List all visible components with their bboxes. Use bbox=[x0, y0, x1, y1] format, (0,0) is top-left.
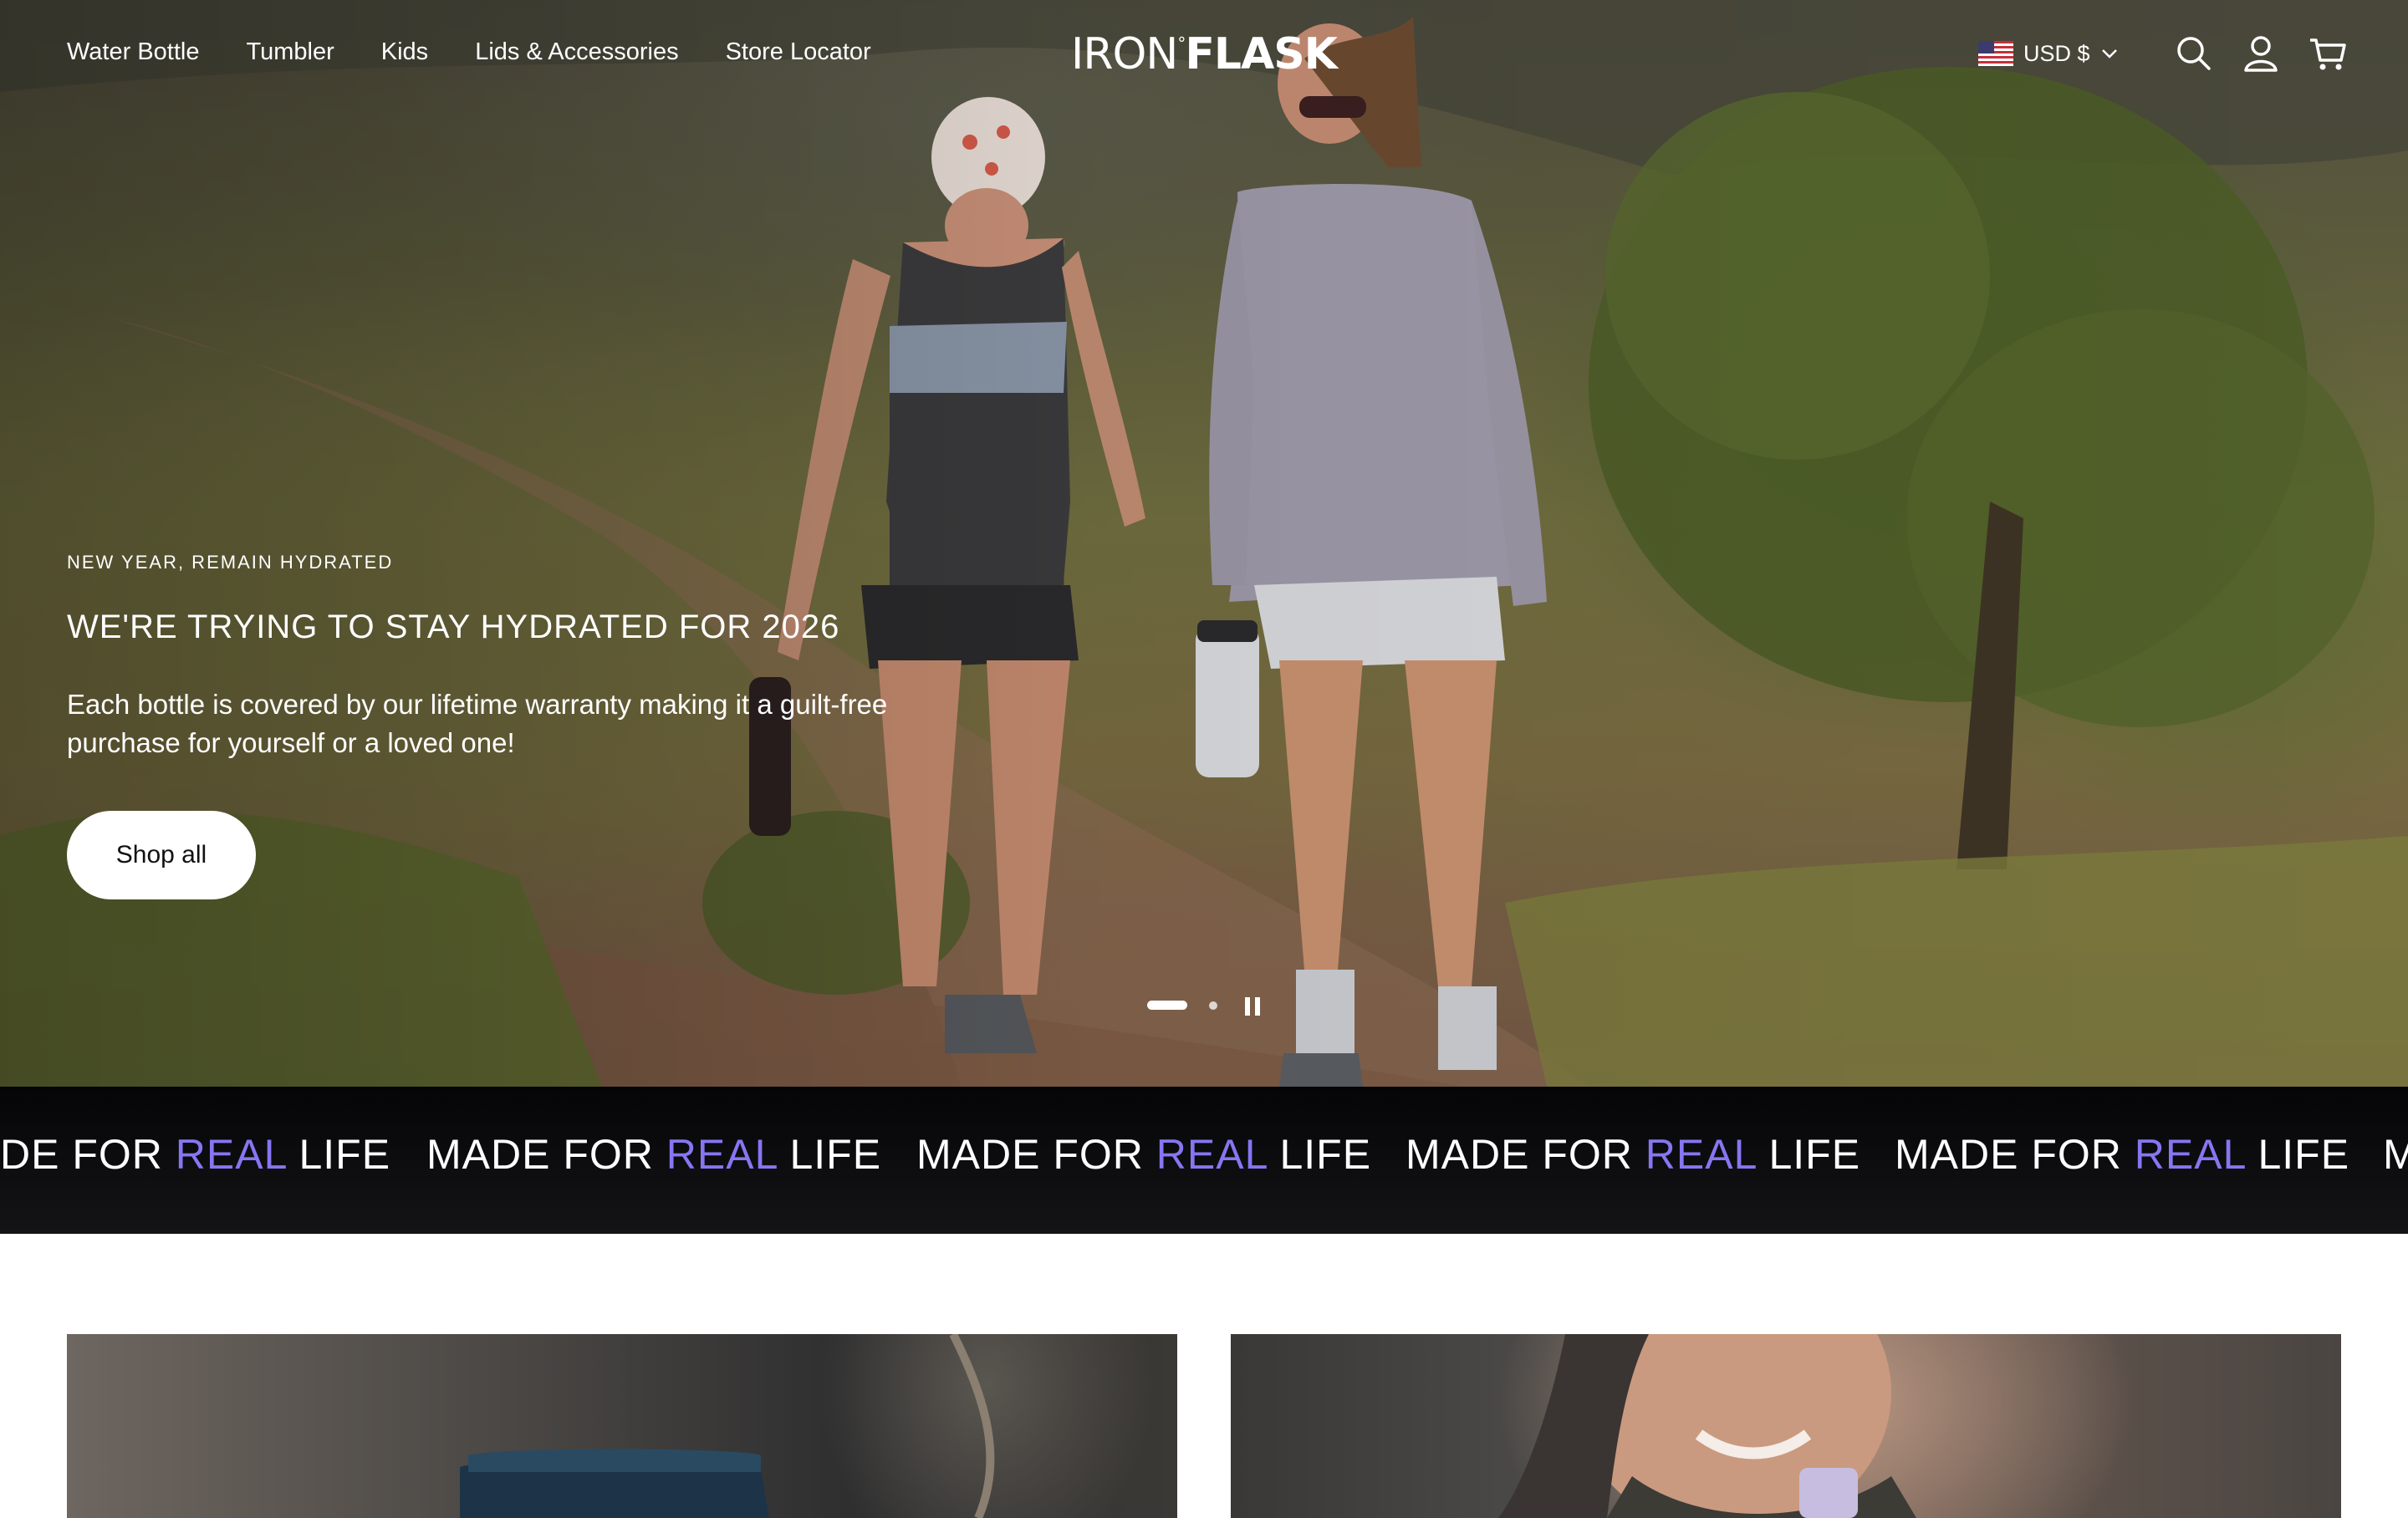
marquee-item: M bbox=[2383, 1131, 2408, 1178]
slide-dot-active[interactable] bbox=[1147, 1001, 1187, 1010]
shop-all-button[interactable]: Shop all bbox=[67, 811, 256, 899]
logo-part-iron: IRON bbox=[1071, 29, 1178, 79]
nav-tumbler[interactable]: Tumbler bbox=[246, 38, 334, 66]
nav-lids-accessories[interactable]: Lids & Accessories bbox=[475, 38, 678, 66]
hero-banner: Water Bottle Tumbler Kids Lids & Accesso… bbox=[0, 0, 2408, 1087]
promo-card-right[interactable] bbox=[1231, 1334, 2341, 1518]
marquee-item: DE FOR REAL LIFE bbox=[0, 1131, 391, 1178]
promo-image-person bbox=[1498, 1334, 1916, 1518]
currency-selector[interactable]: USD $ bbox=[1978, 37, 2119, 70]
hero-body: Each bottle is covered by our lifetime w… bbox=[67, 689, 888, 758]
pause-icon[interactable] bbox=[1241, 995, 1264, 1018]
promo-image-tumbler bbox=[460, 1334, 995, 1518]
main-nav: Water Bottle Tumbler Kids Lids & Accesso… bbox=[67, 38, 871, 66]
brand-logo[interactable]: IRON ° FLASK bbox=[1071, 25, 1338, 84]
us-flag-icon bbox=[1978, 41, 2013, 66]
logo-degree: ° bbox=[1177, 33, 1186, 53]
promo-card-left[interactable] bbox=[67, 1334, 1177, 1518]
marquee-item: MADE FOR REAL LIFE bbox=[916, 1131, 1372, 1178]
hero-eyebrow: NEW YEAR, REMAIN HYDRATED bbox=[67, 552, 394, 573]
account-icon[interactable] bbox=[2241, 33, 2281, 74]
nav-store-locator[interactable]: Store Locator bbox=[726, 38, 871, 66]
search-icon[interactable] bbox=[2174, 33, 2214, 74]
slide-dot[interactable] bbox=[1209, 1001, 1217, 1010]
chevron-down-icon bbox=[2101, 49, 2117, 59]
nav-water-bottle[interactable]: Water Bottle bbox=[67, 38, 199, 66]
hero-title: WE'RE TRYING TO STAY HYDRATED FOR 2026 bbox=[67, 609, 840, 645]
cart-icon[interactable] bbox=[2308, 33, 2348, 74]
logo-part-flask: FLASK bbox=[1185, 29, 1338, 79]
marquee-item: MADE FOR REAL LIFE bbox=[1895, 1131, 2350, 1178]
marquee-item: MADE FOR REAL LIFE bbox=[1406, 1131, 1861, 1178]
marquee-banner: DE FOR REAL LIFE MADE FOR REAL LIFE MADE… bbox=[0, 1087, 2408, 1234]
nav-kids[interactable]: Kids bbox=[381, 38, 428, 66]
currency-label: USD $ bbox=[2023, 40, 2090, 66]
marquee-item: MADE FOR REAL LIFE bbox=[426, 1131, 882, 1178]
